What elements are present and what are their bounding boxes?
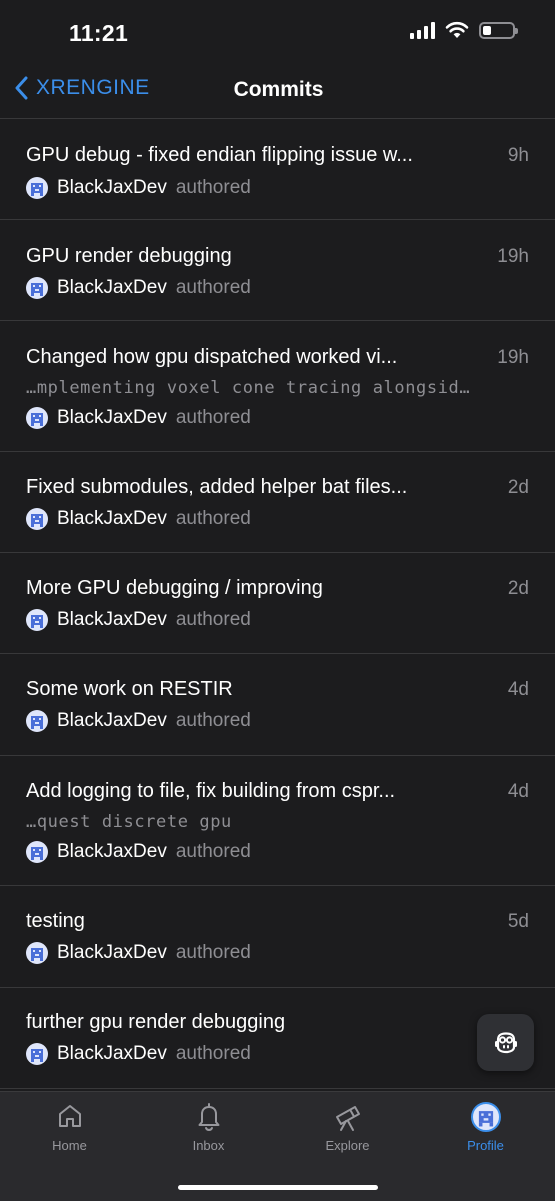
avatar [26,407,48,429]
navigation-bar: XRENGINE Commits [0,64,555,118]
commit-row[interactable]: More GPU debugging / improving 2d BlackJ… [0,552,555,653]
author-action: authored [175,1043,251,1064]
commit-author: BlackJaxDev authored [26,710,251,732]
commit-description: …mplementing voxel cone tracing alongsid… [26,378,471,398]
tab-profile-label: Profile [467,1138,504,1153]
telescope-icon [335,1106,360,1131]
commit-author: BlackJaxDev authored [26,407,251,429]
author-action: authored [175,277,251,298]
avatar [26,942,48,964]
commit-title: Changed how gpu dispatched worked vi... [26,346,398,368]
avatar [26,609,48,631]
author-action: authored [175,407,251,428]
commit-author: BlackJaxDev authored [26,277,251,299]
commit-title: Some work on RESTIR [26,678,233,700]
commit-title: Fixed submodules, added helper bat files… [26,476,408,498]
status-time: 11:21 [69,20,129,46]
copilot-icon [494,1031,517,1053]
cellular-signal-icon [410,21,435,39]
commit-time: 4d [507,781,529,802]
commit-time: 19h [497,347,529,368]
author-action: authored [175,841,251,862]
commit-author: BlackJaxDev authored [26,609,251,631]
author-name: BlackJaxDev [57,942,167,963]
commit-time: 9h [507,145,529,166]
commit-author: BlackJaxDev authored [26,942,251,964]
avatar [26,508,48,530]
tab-home[interactable]: Home [0,1092,139,1172]
avatar [26,841,48,863]
commit-time: 5d [507,911,529,932]
commit-title: GPU debug - fixed endian flipping issue … [26,144,413,166]
commit-row[interactable]: further gpu render debugging BlackJaxDev… [0,987,555,1089]
commit-list: GPU debug - fixed endian flipping issue … [0,118,555,1089]
commit-description: …quest discrete gpu [26,812,232,832]
avatar [26,177,48,199]
author-action: authored [175,508,251,529]
author-action: authored [175,942,251,963]
commit-time: 2d [507,578,529,599]
commit-author: BlackJaxDev authored [26,1043,251,1065]
commit-time: 19h [497,246,529,267]
commit-row[interactable]: GPU debug - fixed endian flipping issue … [0,118,555,219]
commit-time: 2d [507,477,529,498]
avatar [470,1102,501,1132]
wifi-icon [445,21,469,38]
copilot-button[interactable] [477,1014,534,1071]
status-icons [410,21,518,39]
author-name: BlackJaxDev [57,609,167,630]
author-action: authored [175,177,251,198]
commit-row[interactable]: Fixed submodules, added helper bat files… [0,451,555,552]
tab-inbox-label: Inbox [192,1138,225,1153]
author-name: BlackJaxDev [57,407,167,428]
author-name: BlackJaxDev [57,1043,167,1064]
tab-explore[interactable]: Explore [278,1092,417,1172]
author-action: authored [175,710,251,731]
avatar [26,710,48,732]
commit-time: 4d [507,679,529,700]
status-bar: 11:21 [0,0,555,64]
commit-author: BlackJaxDev authored [26,177,251,199]
commit-title: More GPU debugging / improving [26,577,323,599]
commit-title: Add logging to file, fix building from c… [26,780,396,802]
tab-home-label: Home [52,1138,87,1153]
bell-icon [198,1103,219,1132]
commit-row[interactable]: Add logging to file, fix building from c… [0,755,555,885]
commit-row[interactable]: GPU render debugging 19h BlackJaxDev aut… [0,219,555,320]
author-name: BlackJaxDev [57,841,167,862]
page-title: Commits [233,78,324,101]
commit-row[interactable]: Changed how gpu dispatched worked vi... … [0,320,555,451]
battery-icon [479,21,518,39]
tab-inbox[interactable]: Inbox [139,1092,278,1172]
commit-author: BlackJaxDev authored [26,841,251,863]
commit-row[interactable]: testing 5d BlackJaxDev authored [0,885,555,987]
commit-title: GPU render debugging [26,245,232,267]
author-name: BlackJaxDev [57,177,167,198]
avatar [26,1043,48,1065]
commit-title: testing [26,910,85,932]
home-indicator [178,1185,378,1190]
author-name: BlackJaxDev [57,710,167,731]
author-name: BlackJaxDev [57,508,167,529]
commit-title: further gpu render debugging [26,1011,286,1033]
commit-row[interactable]: Some work on RESTIR 4d BlackJaxDev autho… [0,653,555,755]
tab-explore-label: Explore [325,1138,370,1153]
home-icon [58,1105,81,1127]
commit-author: BlackJaxDev authored [26,508,251,530]
author-name: BlackJaxDev [57,277,167,298]
tab-profile[interactable]: Profile [416,1092,555,1172]
avatar [26,277,48,299]
author-action: authored [175,609,251,630]
